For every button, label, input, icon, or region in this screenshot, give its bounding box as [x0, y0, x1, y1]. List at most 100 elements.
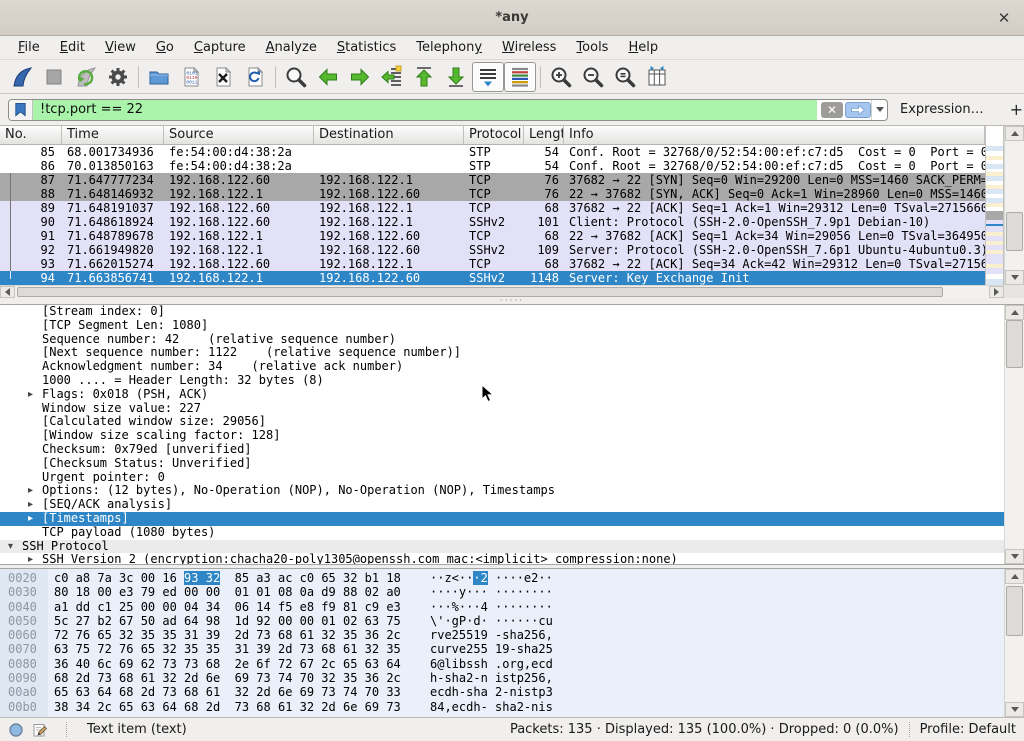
go-to-packet-button[interactable] [376, 62, 408, 92]
menu-telephony[interactable]: Telephony [406, 37, 492, 58]
scroll-thumb[interactable] [1006, 320, 1023, 368]
scroll-down-button[interactable] [1005, 270, 1024, 285]
scroll-track[interactable] [1005, 141, 1024, 270]
expression-button[interactable]: Expression… [900, 102, 984, 117]
add-filter-button[interactable]: + [1004, 100, 1024, 119]
column-header-protocol[interactable]: Protocol [464, 126, 524, 144]
menu-statistics[interactable]: Statistics [327, 37, 406, 58]
scroll-up-button[interactable] [1005, 305, 1024, 320]
packet-row[interactable]: 8670.013850163fe:54:00:d4:38:2aSTP54Conf… [0, 159, 985, 173]
scroll-up-button[interactable] [1005, 126, 1024, 141]
hex-row[interactable]: 00505c 27 b2 67 50 ad 64 98 1d 92 00 00 … [0, 614, 1004, 628]
packet-row[interactable]: 9071.648618924192.168.122.60192.168.122.… [0, 215, 985, 229]
zoom-out-button[interactable] [577, 62, 609, 92]
detail-row[interactable]: [Next sequence number: 1122 (relative se… [0, 346, 1004, 360]
scroll-down-button[interactable] [1005, 702, 1024, 717]
detail-vscrollbar[interactable] [1004, 305, 1024, 564]
detail-row[interactable]: ▸[SEQ/ACK analysis] [0, 498, 1004, 512]
filter-clear-button[interactable]: ✕ [821, 102, 843, 118]
packet-row[interactable]: 8871.648146932192.168.122.1192.168.122.6… [0, 187, 985, 201]
column-header-no[interactable]: No. [0, 126, 62, 144]
zoom-reset-button[interactable] [609, 62, 641, 92]
capture-comment-icon[interactable] [32, 722, 48, 738]
close-window-button[interactable]: ✕ [994, 8, 1014, 28]
detail-row[interactable]: [Window size scaling factor: 128] [0, 429, 1004, 443]
detail-row[interactable]: TCP payload (1080 bytes) [0, 526, 1004, 540]
zoom-in-button[interactable] [545, 62, 577, 92]
column-header-destination[interactable]: Destination [314, 126, 464, 144]
go-last-button[interactable] [440, 62, 472, 92]
scroll-down-button[interactable] [1005, 549, 1024, 564]
packet-row[interactable]: 8771.647777234192.168.122.60192.168.122.… [0, 173, 985, 187]
detail-row[interactable]: Window size value: 227 [0, 402, 1004, 416]
hex-row[interactable]: 0040a1 dd c1 25 00 00 04 34 06 14 f5 e8 … [0, 600, 1004, 614]
packet-row[interactable]: 8568.001734936fe:54:00:d4:38:2aSTP54Conf… [0, 145, 985, 159]
tree-collapsed-icon[interactable]: ▸ [28, 512, 42, 526]
packet-row[interactable]: 9371.662015274192.168.122.60192.168.122.… [0, 257, 985, 271]
column-header-length[interactable]: Length [524, 126, 564, 144]
hex-row[interactable]: 008036 40 6c 69 62 73 73 68 2e 6f 72 67 … [0, 657, 1004, 671]
detail-row[interactable]: Checksum: 0x79ed [unverified] [0, 443, 1004, 457]
resize-columns-button[interactable] [641, 62, 673, 92]
detail-row[interactable]: [Calculated window size: 29056] [0, 415, 1004, 429]
menu-file[interactable]: File [8, 37, 50, 58]
colorize-button[interactable] [504, 62, 536, 92]
menu-analyze[interactable]: Analyze [256, 37, 327, 58]
filter-dropdown-caret[interactable] [871, 100, 887, 120]
detail-row[interactable]: [Stream index: 0] [0, 305, 1004, 319]
menu-tools[interactable]: Tools [566, 37, 618, 58]
filter-apply-button[interactable] [845, 102, 871, 118]
packet-row[interactable]: 9171.648789678192.168.122.1192.168.122.6… [0, 229, 985, 243]
detail-row[interactable]: [TCP Segment Len: 1080] [0, 319, 1004, 333]
hex-vscrollbar[interactable] [1004, 569, 1024, 717]
capture-options-button[interactable] [102, 62, 134, 92]
tree-collapsed-icon[interactable]: ▸ [28, 553, 42, 564]
titlebar[interactable]: *any ✕ [0, 0, 1024, 36]
tree-expanded-icon[interactable]: ▾ [8, 540, 22, 554]
packet-row[interactable]: 8971.648191037192.168.122.60192.168.122.… [0, 201, 985, 215]
scroll-track[interactable] [1005, 320, 1024, 549]
packet-list-minimap[interactable] [986, 126, 1004, 285]
column-header-info[interactable]: Info [564, 126, 985, 144]
go-back-button[interactable] [312, 62, 344, 92]
start-capture-button[interactable] [6, 62, 38, 92]
detail-row[interactable]: Urgent pointer: 0 [0, 471, 1004, 485]
filter-bookmark-icon[interactable] [9, 100, 33, 120]
tree-collapsed-icon[interactable]: ▸ [28, 498, 42, 512]
detail-row[interactable]: Acknowledgment number: 34 (relative ack … [0, 360, 1004, 374]
scroll-thumb[interactable] [17, 287, 943, 297]
reload-file-button[interactable] [239, 62, 271, 92]
packet-list-vscrollbar[interactable] [1004, 126, 1024, 285]
scroll-right-button[interactable] [989, 286, 1004, 298]
detail-row[interactable]: 1000 .... = Header Length: 32 bytes (8) [0, 374, 1004, 388]
menu-edit[interactable]: Edit [50, 37, 95, 58]
menu-wireless[interactable]: Wireless [492, 37, 566, 58]
menu-view[interactable]: View [95, 37, 146, 58]
tree-collapsed-icon[interactable]: ▸ [28, 484, 42, 498]
hex-row[interactable]: 00b038 34 2c 65 63 64 68 2d 73 68 61 32 … [0, 700, 1004, 714]
scroll-left-button[interactable] [0, 286, 15, 298]
tree-collapsed-icon[interactable]: ▸ [28, 388, 42, 402]
menu-go[interactable]: Go [146, 37, 184, 58]
scroll-track[interactable] [1005, 584, 1024, 702]
packet-list-hscrollbar[interactable] [0, 285, 1004, 298]
detail-row[interactable]: ▸Options: (12 bytes), No-Operation (NOP)… [0, 484, 1004, 498]
scroll-track[interactable] [15, 286, 989, 298]
detail-row[interactable]: ▸[Timestamps] [0, 512, 1004, 526]
detail-row[interactable]: ▸SSH Version 2 (encryption:chacha20-poly… [0, 553, 1004, 564]
display-filter-field[interactable]: !tcp.port == 22 ✕ [8, 99, 888, 121]
save-file-button[interactable]: 010101100011 [175, 62, 207, 92]
menu-help[interactable]: Help [618, 37, 668, 58]
expert-info-icon[interactable] [8, 722, 24, 738]
close-file-button[interactable] [207, 62, 239, 92]
hex-row[interactable]: 009068 2d 73 68 61 32 2d 6e 69 73 74 70 … [0, 671, 1004, 685]
go-first-button[interactable] [408, 62, 440, 92]
packet-row[interactable]: 9471.663856741192.168.122.1192.168.122.6… [0, 271, 985, 285]
go-forward-button[interactable] [344, 62, 376, 92]
open-file-button[interactable] [143, 62, 175, 92]
hex-row[interactable]: 006072 76 65 32 35 35 31 39 2d 73 68 61 … [0, 628, 1004, 642]
column-header-time[interactable]: Time [62, 126, 164, 144]
packet-row[interactable]: 9271.661949820192.168.122.1192.168.122.6… [0, 243, 985, 257]
hex-row[interactable]: 007063 75 72 76 65 32 35 35 31 39 2d 73 … [0, 642, 1004, 656]
detail-row[interactable]: ▸Flags: 0x018 (PSH, ACK) [0, 388, 1004, 402]
